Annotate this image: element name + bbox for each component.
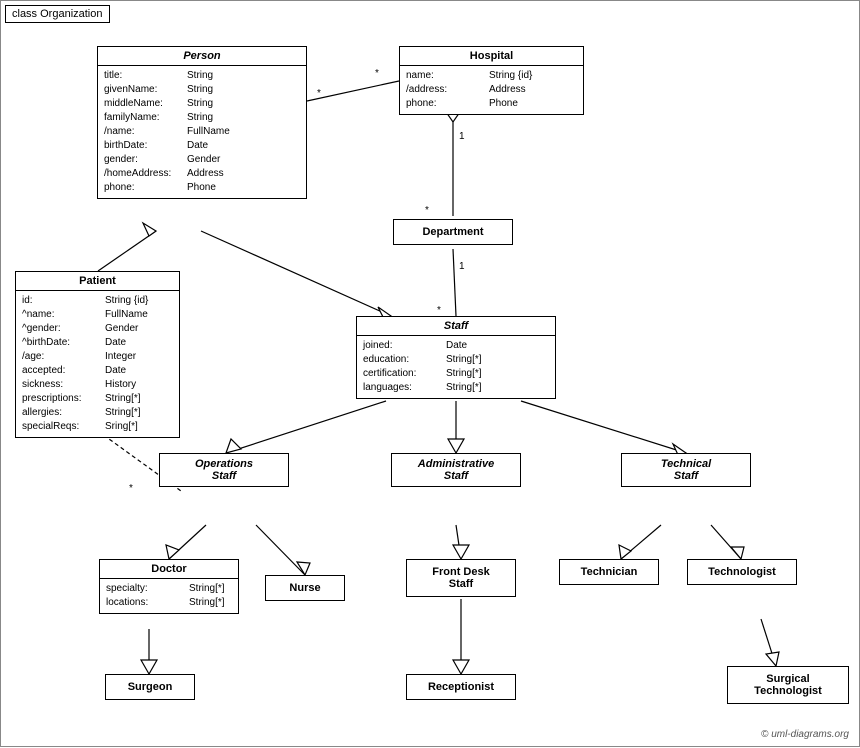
svg-text:1: 1 [459,131,465,142]
diagram-container: class Organization 1 * 1 * * * [0,0,860,747]
technician-label: Technician [581,566,638,578]
technologist-class: Technologist [687,559,797,585]
person-body: title:String givenName:String middleName… [98,66,306,198]
surgical-technologist-class: SurgicalTechnologist [727,666,849,704]
svg-text:*: * [375,68,379,79]
staff-header: Staff [357,317,555,336]
doctor-body: specialty:String[*] locations:String[*] [100,579,238,613]
svg-text:*: * [129,483,133,494]
doctor-header: Doctor [100,560,238,579]
staff-class: Staff joined:Date education:String[*] ce… [356,316,556,399]
operations-staff-label: OperationsStaff [195,458,253,482]
technical-staff-label: TechnicalStaff [661,458,711,482]
person-class: Person title:String givenName:String mid… [97,46,307,199]
diagram-label: class Organization [5,5,110,23]
department-class: Department [393,219,513,245]
admin-staff-label: AdministrativeStaff [418,458,494,482]
department-label: Department [422,226,483,238]
technical-staff-class: TechnicalStaff [621,453,751,487]
hospital-body: name:String {id} /address:Address phone:… [400,66,583,114]
doctor-class: Doctor specialty:String[*] locations:Str… [99,559,239,614]
surgeon-class: Surgeon [105,674,195,700]
patient-header: Patient [16,272,179,291]
front-desk-staff-label: Front DeskStaff [432,566,489,590]
svg-text:*: * [317,88,321,99]
front-desk-staff-class: Front DeskStaff [406,559,516,597]
receptionist-label: Receptionist [428,681,494,693]
svg-text:*: * [437,305,441,316]
technician-class: Technician [559,559,659,585]
patient-class: Patient id:String {id} ^name:FullName ^g… [15,271,180,438]
admin-staff-class: AdministrativeStaff [391,453,521,487]
svg-text:*: * [425,205,429,216]
hospital-class: Hospital name:String {id} /address:Addre… [399,46,584,115]
receptionist-class: Receptionist [406,674,516,700]
surgeon-label: Surgeon [128,681,173,693]
technologist-label: Technologist [708,566,776,578]
hospital-header: Hospital [400,47,583,66]
nurse-class: Nurse [265,575,345,601]
operations-staff-class: OperationsStaff [159,453,289,487]
surgical-technologist-label: SurgicalTechnologist [754,673,822,697]
patient-body: id:String {id} ^name:FullName ^gender:Ge… [16,291,179,437]
copyright: © uml-diagrams.org [761,729,849,740]
nurse-label: Nurse [289,582,320,594]
svg-text:1: 1 [459,261,465,272]
person-header: Person [98,47,306,66]
staff-body: joined:Date education:String[*] certific… [357,336,555,398]
